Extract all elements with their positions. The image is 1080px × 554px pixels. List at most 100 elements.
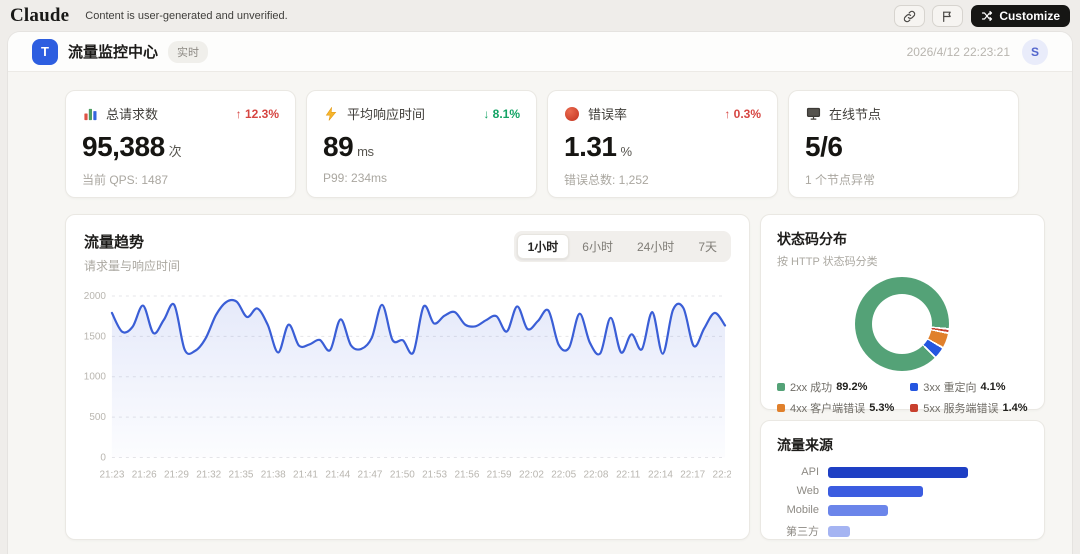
legend-label: 5xx 服务端错误: [923, 400, 998, 416]
app-header: T 流量监控中心 实时 2026/4/12 22:23:21 S: [8, 32, 1072, 72]
legend-item: 3xx 重定向4.1%: [910, 379, 1027, 395]
trend-panel-title: 流量趋势: [84, 231, 180, 252]
source-bar: [828, 467, 968, 478]
svg-text:22:17: 22:17: [680, 469, 705, 480]
range-7d[interactable]: 7天: [687, 234, 728, 259]
metric-label: 总请求数: [106, 104, 158, 123]
source-bar-row: Web: [777, 485, 1028, 497]
svg-text:21:35: 21:35: [229, 469, 254, 480]
legend-percent: 1.4%: [1002, 402, 1027, 414]
realtime-badge: 实时: [168, 41, 208, 63]
metric-subtext: 错误总数: 1,252: [564, 171, 761, 188]
link-icon: [903, 10, 916, 23]
app-icon: T: [32, 39, 58, 65]
bar-chart-icon: [82, 106, 98, 122]
metric-subtext: 1 个节点异常: [805, 171, 1002, 188]
svg-text:1000: 1000: [84, 372, 106, 383]
customize-button[interactable]: Customize: [971, 5, 1070, 27]
svg-text:22:08: 22:08: [583, 469, 608, 480]
metric-label: 平均响应时间: [347, 104, 425, 123]
metric-subtext: 当前 QPS: 1487: [82, 171, 279, 188]
red-circle-icon: [564, 106, 580, 122]
legend-label: 3xx 重定向: [923, 379, 976, 395]
status-panel-title: 状态码分布: [777, 229, 1028, 249]
source-label: 第三方: [777, 523, 819, 539]
claude-logo: Claude: [10, 5, 69, 27]
metric-subtext: P99: 234ms: [323, 171, 520, 185]
source-label: API: [777, 466, 819, 478]
metric-label: 错误率: [588, 104, 627, 123]
metric-card-error-rate: 错误率 ↑ 0.3% 1.31% 错误总数: 1,252: [547, 90, 778, 198]
source-bar-row: Mobile: [777, 504, 1028, 516]
metric-unit: %: [621, 144, 632, 159]
svg-text:22:05: 22:05: [551, 469, 576, 480]
source-bar-track: [828, 526, 968, 537]
source-bar-track: [828, 467, 968, 478]
range-6h[interactable]: 6小时: [571, 234, 624, 259]
legend-dot: [910, 383, 918, 391]
metric-value: 95,388: [82, 131, 165, 162]
topbar: Claude Content is user-generated and unv…: [0, 0, 1080, 32]
legend-item: 5xx 服务端错误 1.4%: [910, 400, 1027, 416]
monitor-icon: [805, 106, 821, 122]
svg-text:22:02: 22:02: [519, 469, 544, 480]
source-bar-track: [828, 505, 968, 516]
source-label: Web: [777, 485, 819, 497]
svg-text:21:56: 21:56: [454, 469, 479, 480]
share-link-button[interactable]: [894, 5, 925, 27]
svg-text:2000: 2000: [84, 291, 106, 302]
source-label: Mobile: [777, 504, 819, 516]
status-panel-subtitle: 按 HTTP 状态码分类: [777, 253, 1028, 269]
metric-value: 5/6: [805, 131, 842, 162]
source-bar: [828, 486, 923, 497]
sources-panel-title: 流量来源: [777, 435, 1028, 455]
report-flag-button[interactable]: [932, 5, 963, 27]
traffic-trend-chart: 050010001500200021:2321:2621:2921:3221:3…: [84, 286, 731, 491]
time-range-selector: 1小时 6小时 24小时 7天: [514, 231, 731, 262]
metric-card-avg-response: 平均响应时间 ↓ 8.1% 89ms P99: 234ms: [306, 90, 537, 198]
source-bar: [828, 526, 850, 537]
svg-text:22:11: 22:11: [616, 469, 641, 480]
metric-unit: 次: [169, 144, 182, 159]
status-code-donut-chart: [855, 277, 949, 371]
lightning-icon: [323, 106, 339, 122]
range-24h[interactable]: 24小时: [626, 234, 685, 259]
traffic-trend-panel: 流量趋势 请求量与响应时间 1小时 6小时 24小时 7天 0500100015…: [65, 214, 750, 540]
svg-text:22:14: 22:14: [648, 469, 673, 480]
metric-value: 89: [323, 131, 353, 162]
current-timestamp: 2026/4/12 22:23:21: [907, 45, 1010, 59]
svg-text:0: 0: [100, 452, 106, 463]
trend-panel-subtitle: 请求量与响应时间: [84, 257, 180, 274]
trend-badge: ↓ 8.1%: [483, 107, 520, 121]
status-code-panel: 状态码分布 按 HTTP 状态码分类 2xx 成功 89.2% 3xx 重定向4.1…: [760, 214, 1045, 410]
legend-dot: [910, 404, 918, 412]
legend-item: 4xx 客户端错误5.3%: [777, 400, 894, 416]
traffic-sources-panel: 流量来源 API Web Mobile 第三方: [760, 420, 1045, 540]
svg-text:21:38: 21:38: [261, 469, 286, 480]
donut-legend: 2xx 成功 89.2% 3xx 重定向4.1% 4xx 客户端错误5.3% 5xx 服…: [777, 379, 1028, 416]
metric-card-total-requests: 总请求数 ↑ 12.3% 95,388 次 当前 QPS: 1487: [65, 90, 296, 198]
page-title: 流量监控中心: [68, 41, 158, 62]
svg-text:21:44: 21:44: [325, 469, 350, 480]
range-1h[interactable]: 1小时: [517, 234, 570, 259]
legend-label: 2xx 成功: [790, 379, 832, 395]
svg-text:21:47: 21:47: [358, 469, 383, 480]
avatar[interactable]: S: [1022, 39, 1048, 65]
traffic-sources-chart: API Web Mobile 第三方: [777, 466, 1028, 539]
source-bar-row: API: [777, 466, 1028, 478]
source-bar-row: 第三方: [777, 523, 1028, 539]
trend-badge: ↑ 0.3%: [724, 107, 761, 121]
svg-text:21:29: 21:29: [164, 469, 189, 480]
legend-percent: 89.2%: [836, 381, 867, 393]
metric-label: 在线节点: [829, 104, 881, 123]
legend-dot: [777, 404, 785, 412]
metric-card-online-nodes: 在线节点 5/6 1 个节点异常: [788, 90, 1019, 198]
source-bar: [828, 505, 888, 516]
svg-text:21:32: 21:32: [196, 469, 221, 480]
trend-badge: ↑ 12.3%: [236, 107, 279, 121]
svg-text:21:41: 21:41: [293, 469, 318, 480]
svg-text:500: 500: [89, 412, 106, 423]
svg-text:21:23: 21:23: [99, 469, 124, 480]
svg-text:21:59: 21:59: [487, 469, 512, 480]
app-window: T 流量监控中心 实时 2026/4/12 22:23:21 S 总请求数 ↑ …: [8, 32, 1072, 554]
